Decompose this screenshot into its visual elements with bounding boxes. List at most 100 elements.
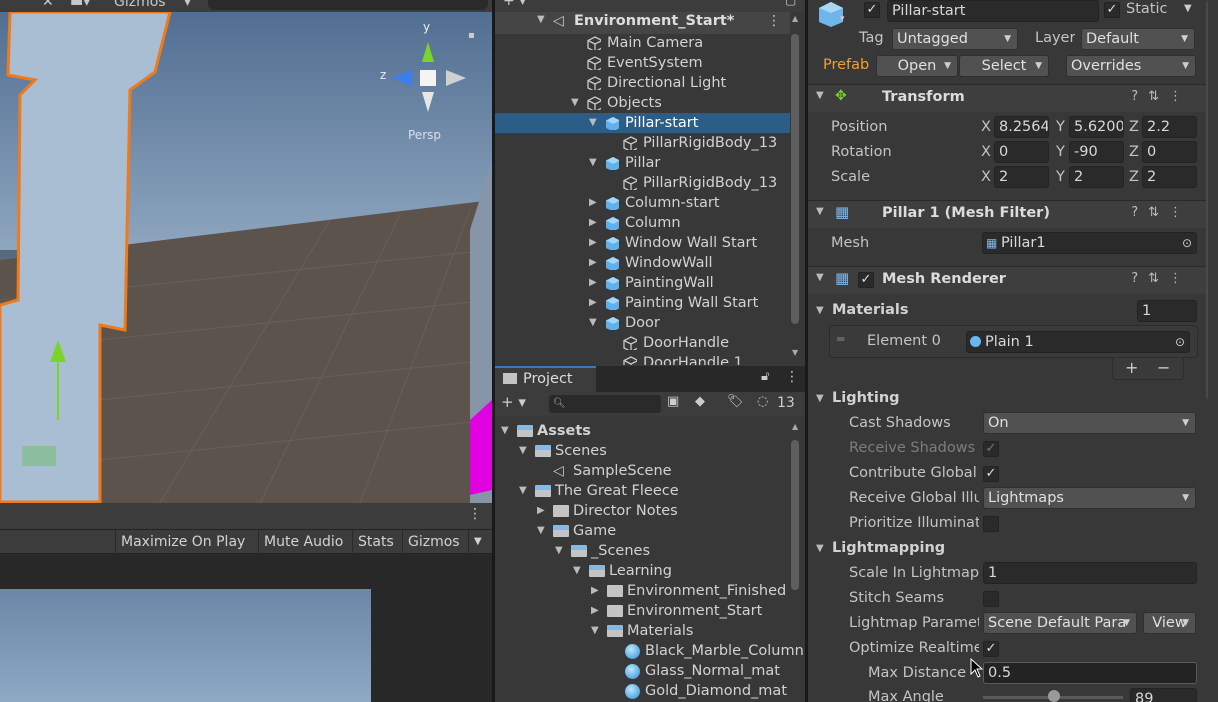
static-dropdown-icon[interactable]: ▼: [1184, 3, 1192, 14]
lock-icon[interactable]: ▪: [468, 30, 475, 41]
transform-header[interactable]: ▼ ✥ Transform ?⇅⋮: [808, 84, 1208, 112]
project-item-row[interactable]: ▼ Learning: [495, 561, 790, 581]
lightmap-params-view-button[interactable]: View: [1143, 612, 1196, 634]
project-item-row[interactable]: ▼ The Great Fleece: [495, 481, 790, 501]
project-scrollbar[interactable]: [791, 440, 799, 590]
hierarchy-item-row[interactable]: ▶ Painting Wall Start: [495, 293, 790, 313]
hierarchy-item-row[interactable]: ▶ PaintingWall: [495, 273, 790, 293]
foldout-icon[interactable]: ▼: [816, 543, 824, 554]
project-item-row[interactable]: ◁ SampleScene: [495, 461, 790, 481]
optimize-realtime-checkbox[interactable]: ✓: [983, 641, 999, 657]
game-gizmos-dropdown-icon[interactable]: ▼: [468, 530, 487, 554]
filter-by-type-icon[interactable]: ◆: [695, 394, 705, 409]
mesh-object-field[interactable]: ▦ Pillar1 ⊙: [982, 232, 1197, 254]
component-actions[interactable]: ?⇅⋮: [1131, 89, 1192, 104]
camera-icon[interactable]: ▬▾: [70, 0, 90, 10]
expand-right-icon[interactable]: ▶: [537, 501, 545, 521]
scale-lightmap-field[interactable]: 1: [983, 562, 1197, 584]
max-angle-field[interactable]: 89: [1130, 688, 1197, 702]
project-item-row[interactable]: ▶ Director Notes: [495, 501, 790, 521]
stitch-seams-checkbox[interactable]: [983, 591, 999, 607]
expand-down-icon[interactable]: ▼: [571, 93, 579, 113]
expand-down-icon[interactable]: ▼: [519, 481, 527, 501]
hierarchy-item-row[interactable]: Main Camera: [495, 33, 790, 53]
hierarchy-item-row[interactable]: EventSystem: [495, 53, 790, 73]
tab-project[interactable]: Project: [495, 366, 596, 392]
expand-right-icon[interactable]: ▶: [589, 253, 597, 273]
material-object-field[interactable]: Plain 1 ⊙: [966, 331, 1190, 353]
max-angle-slider-thumb[interactable]: [1048, 690, 1060, 702]
project-item-row[interactable]: ▼ _Scenes: [495, 541, 790, 561]
scene-gizmos-button[interactable]: Gizmos: [114, 0, 166, 10]
tools-icon[interactable]: ✕: [42, 0, 54, 10]
mesh-renderer-enabled-checkbox[interactable]: ✓: [858, 272, 874, 288]
receive-shadows-checkbox[interactable]: ✓: [983, 441, 999, 457]
expand-down-icon[interactable]: ▼: [501, 421, 509, 441]
icon-dropdown-icon[interactable]: ▾: [840, 14, 845, 24]
mesh-filter-header[interactable]: ▼ ▦ Pillar 1 (Mesh Filter) ?⇅⋮: [808, 200, 1208, 228]
scene-search-input[interactable]: [208, 0, 488, 10]
hierarchy-scrollbar[interactable]: [791, 34, 799, 324]
foldout-icon[interactable]: ▼: [816, 206, 824, 217]
project-item-row[interactable]: ▼ Materials: [495, 621, 790, 641]
position-x-field[interactable]: 8.2564: [994, 116, 1049, 138]
receive-gi-dropdown[interactable]: Lightmaps: [983, 487, 1196, 509]
project-item-row[interactable]: ▶ Environment_Finished: [495, 581, 790, 601]
lightmap-params-dropdown[interactable]: Scene Default Para: [983, 612, 1137, 634]
game-menu-icon[interactable]: ⋮: [468, 506, 482, 522]
position-y-field[interactable]: 5.6200: [1069, 116, 1124, 138]
scene-view[interactable]: ✕ ▬▾ Gizmos ▾ y z Persp ▪: [0, 0, 492, 503]
hierarchy-item-row[interactable]: ▼ Pillar-start: [495, 113, 790, 133]
position-z-field[interactable]: 2.2: [1142, 116, 1197, 138]
project-item-row[interactable]: ▼ Game: [495, 521, 790, 541]
scale-x-field[interactable]: 2: [994, 166, 1049, 188]
persp-label[interactable]: Persp: [408, 128, 441, 142]
prefab-overrides-dropdown[interactable]: Overrides: [1066, 55, 1196, 77]
foldout-icon[interactable]: ▼: [816, 393, 824, 404]
layer-dropdown[interactable]: Default: [1081, 28, 1195, 50]
gizmos-dropdown-icon[interactable]: ▾: [184, 0, 191, 10]
hierarchy-item-row[interactable]: ▶ Column: [495, 213, 790, 233]
object-picker-icon[interactable]: ⊙: [1182, 233, 1192, 253]
filter-by-label-icon[interactable]: 🏷︎: [727, 394, 744, 409]
project-item-row[interactable]: Black_Marble_Column: [495, 641, 804, 661]
hierarchy-item-row[interactable]: ▼ Pillar: [495, 153, 790, 173]
maximize-on-play-button[interactable]: Maximize On Play: [115, 530, 250, 554]
expand-right-icon[interactable]: ▶: [589, 293, 597, 313]
tag-dropdown[interactable]: Untagged: [892, 28, 1018, 50]
expand-down-icon[interactable]: ▼: [589, 153, 597, 173]
remove-element-button[interactable]: −: [1157, 358, 1170, 377]
expand-down-icon[interactable]: ▼: [591, 621, 599, 641]
hidden-packages-icon[interactable]: ◌: [757, 394, 768, 409]
project-item-row[interactable]: Glass_Normal_mat: [495, 661, 790, 681]
object-name-field[interactable]: Pillar-start: [887, 0, 1099, 22]
component-actions[interactable]: ?⇅⋮: [1131, 205, 1192, 220]
rotation-z-field[interactable]: 0: [1142, 141, 1197, 163]
object-picker-icon[interactable]: ⊙: [1175, 332, 1185, 352]
scroll-down-icon[interactable]: ▼: [792, 348, 798, 357]
foldout-icon[interactable]: ▼: [816, 90, 824, 101]
static-checkbox[interactable]: ✓: [1104, 2, 1120, 18]
materials-count-field[interactable]: 1: [1137, 300, 1197, 322]
expand-right-icon[interactable]: ▶: [589, 193, 597, 213]
hierarchy-options-icon[interactable]: ▢: [785, 0, 796, 7]
orientation-gizmo[interactable]: y z Persp ▪: [378, 20, 478, 142]
game-gizmos-button[interactable]: Gizmos: [402, 530, 465, 554]
expand-down-icon[interactable]: ▼: [589, 313, 597, 333]
hierarchy-item-row[interactable]: PillarRigidBody_13: [495, 133, 790, 153]
scale-z-field[interactable]: 2: [1142, 166, 1197, 188]
project-item-row[interactable]: ▶ Environment_Start: [495, 601, 790, 621]
hierarchy-item-row[interactable]: ▼ Door: [495, 313, 790, 333]
hierarchy-item-row[interactable]: ▶ Column-start: [495, 193, 790, 213]
expand-right-icon[interactable]: ▶: [589, 233, 597, 253]
active-checkbox[interactable]: ✓: [864, 2, 880, 18]
project-menu-icon[interactable]: ⋮: [785, 369, 799, 385]
project-item-row[interactable]: Gold_Diamond_mat: [495, 681, 790, 701]
hierarchy-item-row[interactable]: Directional Light: [495, 73, 790, 93]
max-distance-field[interactable]: 0.5: [983, 662, 1197, 684]
hierarchy-item-row[interactable]: DoorHandle 1: [495, 353, 790, 365]
lock-icon[interactable]: 🔓︎: [761, 369, 769, 384]
expand-right-icon[interactable]: ▶: [591, 601, 599, 621]
expand-down-icon[interactable]: ▼: [519, 441, 527, 461]
hierarchy-item-row[interactable]: ▶ WindowWall: [495, 253, 790, 273]
